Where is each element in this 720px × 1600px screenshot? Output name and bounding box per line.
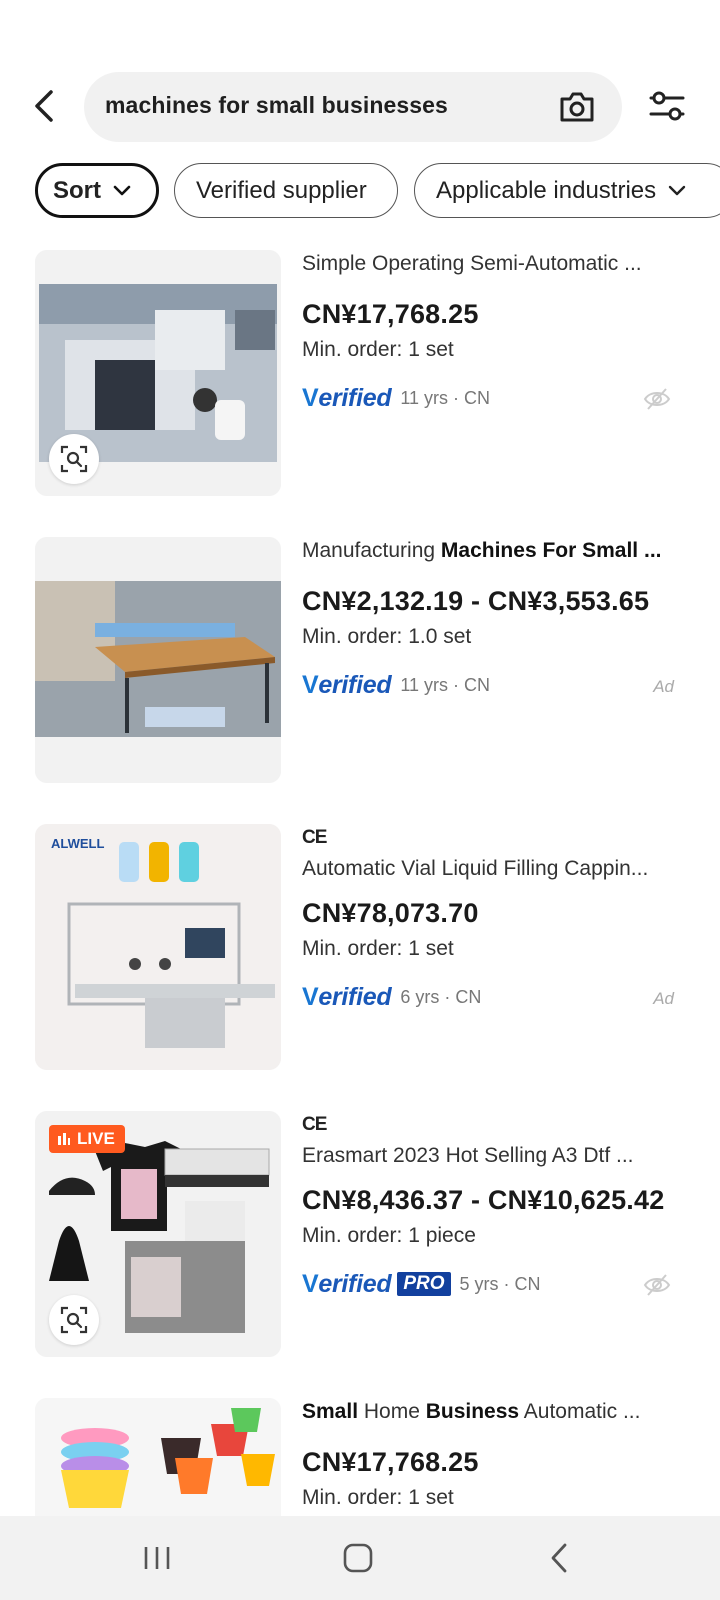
applicable-industries-chip-label: Applicable industries — [436, 176, 657, 204]
product-title[interactable]: Erasmart 2023 Hot Selling A3 Dtf ... — [302, 1142, 692, 1170]
product-image[interactable] — [35, 250, 281, 496]
hide-icon[interactable] — [642, 1270, 672, 1300]
min-order: Min. order: 1.0 set — [302, 625, 472, 648]
visual-search-button[interactable] — [49, 434, 99, 484]
filter-chips: Sort Verified supplier Applicable indust… — [0, 163, 720, 219]
pro-badge: PRO — [397, 1272, 451, 1296]
visual-search-button[interactable] — [49, 1295, 99, 1345]
machine-photo: ALWELL — [35, 824, 281, 1070]
supplier-meta: Verified 6 yrs · CN Ad — [302, 979, 692, 1015]
home-button[interactable] — [328, 1536, 388, 1580]
lens-search-icon — [60, 445, 88, 473]
ce-mark: CE — [302, 1114, 327, 1135]
product-info: CE Automatic Vial Liquid Filling Cappin.… — [302, 824, 692, 1015]
product-price: CN¥8,436.37 - CN¥10,625.42 — [302, 1185, 665, 1215]
product-image[interactable]: LIVE — [35, 1111, 281, 1357]
verified-badge: Verified — [302, 383, 392, 412]
search-header: machines for small businesses — [0, 70, 720, 142]
live-badge: LIVE — [49, 1125, 125, 1153]
verified-badge: Verified — [302, 670, 392, 699]
camera-icon — [560, 92, 594, 122]
status-bar — [0, 0, 720, 56]
applicable-industries-chip[interactable]: Applicable industries — [414, 163, 720, 218]
product-title[interactable]: Small Home Business Automatic ... — [302, 1398, 692, 1426]
product-image[interactable] — [35, 537, 281, 783]
image-search-button[interactable] — [558, 88, 596, 126]
product-card[interactable]: Manufacturing Machines For Small ... CN¥… — [0, 537, 720, 787]
search-query: machines for small businesses — [105, 92, 448, 118]
lens-search-icon — [60, 1306, 88, 1334]
product-card[interactable]: Simple Operating Semi-Automatic ... CN¥1… — [0, 250, 720, 500]
system-nav-bar — [0, 1516, 720, 1600]
verified-badge: Verified — [302, 982, 392, 1011]
chevron-down-icon — [668, 185, 686, 195]
product-card[interactable]: LIVE CE Erasmart 2023 Hot Selling A3 Dtf… — [0, 1111, 720, 1361]
recent-apps-button[interactable] — [127, 1536, 187, 1580]
ce-mark: CE — [302, 827, 327, 848]
sort-chip[interactable]: Sort — [35, 163, 159, 218]
supplier-meta: Verified 11 yrs · CN — [302, 380, 692, 416]
product-title[interactable]: Simple Operating Semi-Automatic ... — [302, 250, 692, 278]
supplier-years: 11 yrs · CN — [400, 674, 490, 695]
product-card[interactable]: Small Home Business Automatic ... CN¥17,… — [0, 1398, 720, 1516]
verified-badge: Verified — [302, 1269, 392, 1298]
product-price: CN¥2,132.19 - CN¥3,553.65 — [302, 586, 650, 616]
system-back-button[interactable] — [530, 1536, 590, 1580]
product-card[interactable]: ALWELL CE Automatic Vial Liquid Filling … — [0, 824, 720, 1074]
sliders-icon — [649, 91, 685, 121]
verified-supplier-chip[interactable]: Verified supplier — [174, 163, 398, 218]
supplier-years: 5 yrs · CN — [459, 1273, 541, 1294]
recent-apps-icon — [144, 1547, 170, 1569]
hide-icon[interactable] — [642, 384, 672, 414]
supplier-meta: Verified PRO 5 yrs · CN — [302, 1266, 692, 1302]
product-price: CN¥17,768.25 — [302, 299, 479, 329]
product-title[interactable]: Manufacturing Machines For Small ... — [302, 537, 692, 565]
product-info: Simple Operating Semi-Automatic ... CN¥1… — [302, 250, 692, 416]
brand-logo-text: ALWELL — [51, 836, 104, 851]
supplier-meta: Verified 11 yrs · CN Ad — [302, 667, 692, 703]
filter-button[interactable] — [644, 84, 690, 128]
chevron-left-icon — [35, 90, 53, 122]
product-info: Manufacturing Machines For Small ... CN¥… — [302, 537, 692, 703]
product-info: CE Erasmart 2023 Hot Selling A3 Dtf ... … — [302, 1111, 692, 1302]
search-input[interactable]: machines for small businesses — [84, 72, 622, 142]
cupcake-liners-photo — [35, 1398, 281, 1516]
ad-label: Ad — [653, 989, 674, 1008]
supplier-years: 6 yrs · CN — [400, 986, 482, 1007]
product-title[interactable]: Automatic Vial Liquid Filling Cappin... — [302, 855, 692, 883]
product-image[interactable]: ALWELL — [35, 824, 281, 1070]
min-order: Min. order: 1 set — [302, 1486, 454, 1509]
home-icon — [343, 1543, 373, 1573]
sort-chip-label: Sort — [53, 176, 101, 204]
product-image[interactable] — [35, 1398, 281, 1516]
machine-photo — [35, 537, 281, 783]
product-price: CN¥17,768.25 — [302, 1447, 479, 1477]
verified-supplier-chip-label: Verified supplier — [196, 176, 367, 204]
back-icon — [551, 1543, 567, 1573]
live-bars-icon — [58, 1133, 70, 1145]
ad-label: Ad — [653, 677, 674, 696]
min-order: Min. order: 1 piece — [302, 1224, 476, 1247]
supplier-years: 11 yrs · CN — [400, 387, 490, 408]
product-info: Small Home Business Automatic ... CN¥17,… — [302, 1398, 692, 1512]
min-order: Min. order: 1 set — [302, 937, 454, 960]
chevron-down-icon — [113, 185, 131, 195]
back-button[interactable] — [24, 86, 64, 126]
min-order: Min. order: 1 set — [302, 338, 454, 361]
product-price: CN¥78,073.70 — [302, 898, 479, 928]
